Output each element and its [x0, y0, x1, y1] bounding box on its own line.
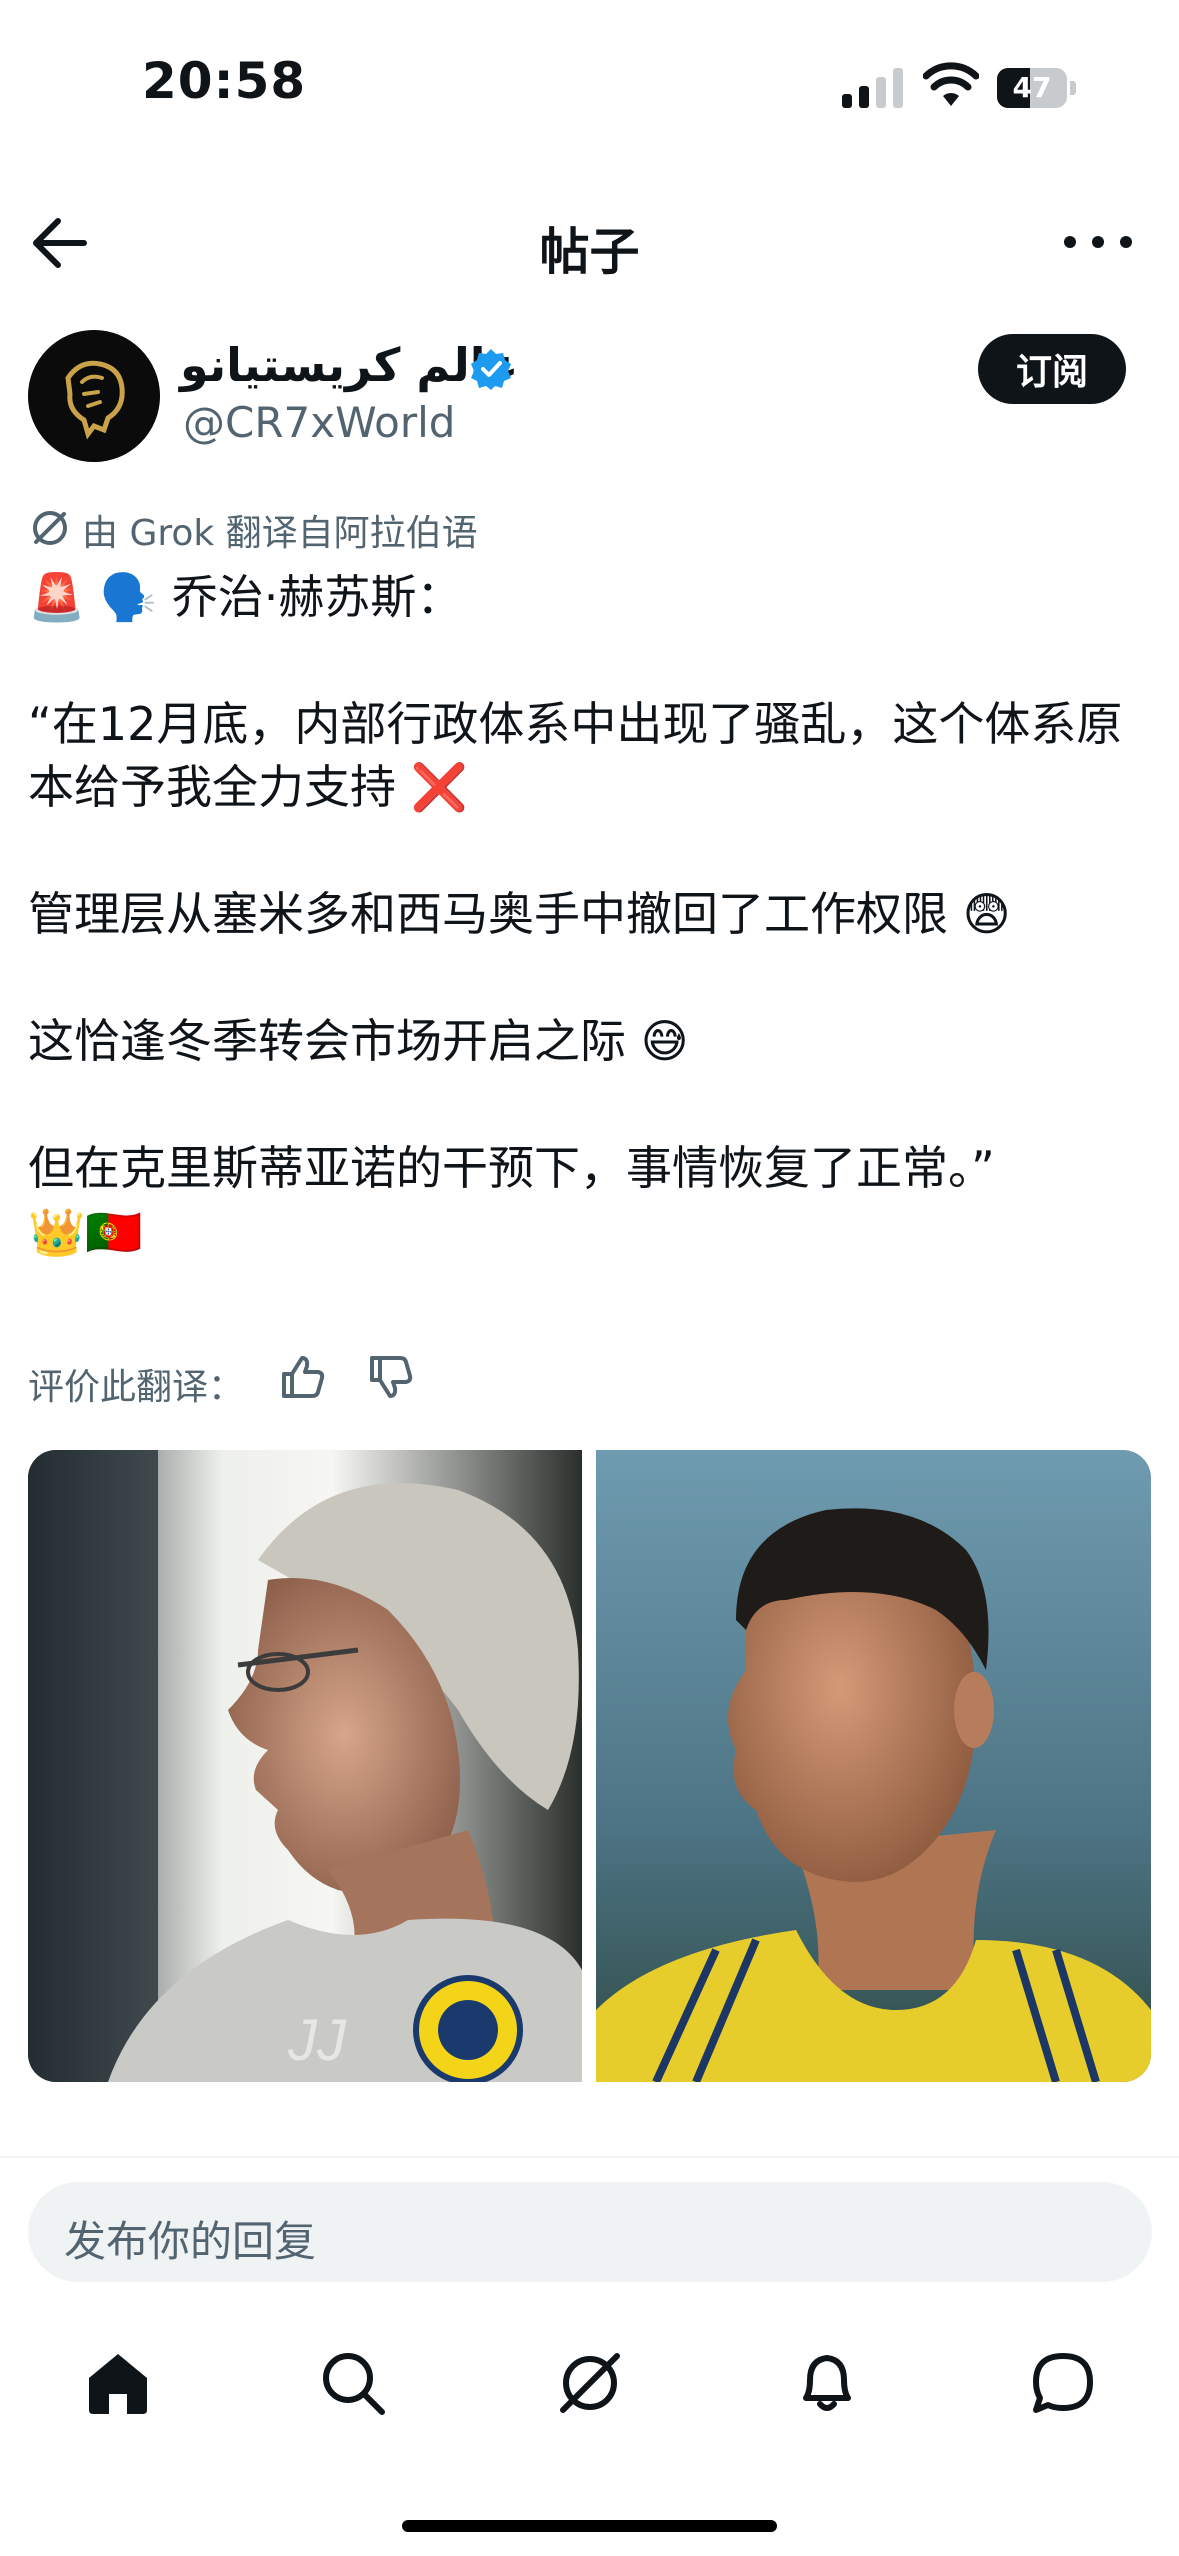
status-time: 20:58: [142, 52, 307, 110]
thumbs-up-icon[interactable]: [278, 1352, 328, 1402]
page-title: 帖子: [539, 223, 640, 281]
wifi-icon: [923, 62, 979, 106]
search-icon[interactable]: [318, 2348, 388, 2418]
translation-note[interactable]: 由 Grok 翻译自阿拉伯语: [82, 504, 478, 556]
rate-translation-label: 评价此翻译：: [28, 1367, 245, 1408]
battery-icon: 47: [997, 68, 1077, 108]
tweet-text: 🚨 🗣️ 乔治·赫苏斯： “在12月底，内部行政体系中出现了骚乱，这个体系原本给…: [28, 570, 1123, 1259]
verified-badge-icon: [471, 349, 511, 390]
battery-level: 47: [1012, 71, 1052, 104]
more-options-icon[interactable]: [1058, 230, 1138, 254]
user-handle[interactable]: @CR7xWorld: [183, 398, 455, 447]
tweet-image-player[interactable]: [596, 1450, 1151, 2082]
divider: [0, 2156, 1179, 2158]
shirt-initials: JJ: [287, 2008, 347, 2073]
goat-logo-icon: [28, 330, 160, 462]
cellular-signal-icon: [842, 68, 903, 108]
avatar[interactable]: [28, 330, 160, 462]
display-name[interactable]: عالم كريستيانو: [180, 338, 518, 392]
tweet-image-coach[interactable]: JJ: [28, 1450, 582, 2082]
grok-icon: [33, 511, 67, 545]
reply-placeholder: 发布你的回复: [64, 2217, 317, 2266]
thumbs-down-icon[interactable]: [366, 1352, 416, 1402]
home-indicator: [402, 2520, 777, 2532]
home-icon[interactable]: [83, 2348, 153, 2418]
notifications-icon[interactable]: [792, 2348, 862, 2418]
grok-icon[interactable]: [555, 2348, 625, 2418]
subscribe-button[interactable]: 订阅: [978, 334, 1126, 404]
messages-icon[interactable]: [1028, 2348, 1098, 2418]
